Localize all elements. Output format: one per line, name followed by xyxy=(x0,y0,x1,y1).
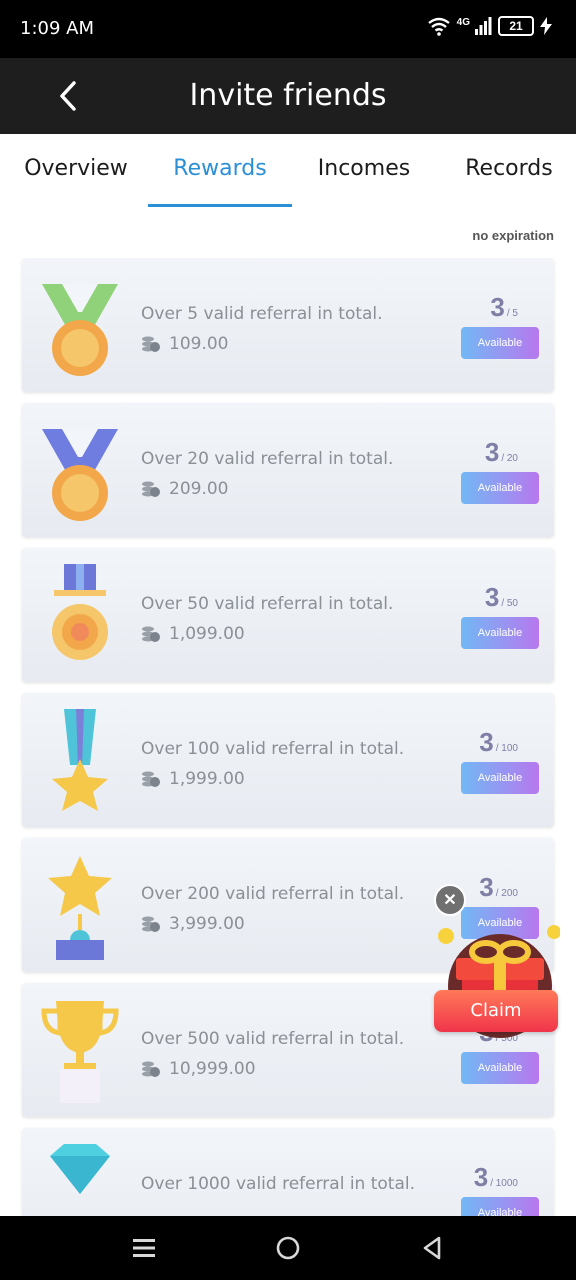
progress-total: / 20 xyxy=(501,453,518,464)
medal-green-icon xyxy=(42,284,118,376)
referral-progress: 3/ 5 xyxy=(490,292,518,323)
star-trophy-icon xyxy=(48,856,112,960)
reward-amount-row: 3,999.00 xyxy=(141,914,245,934)
available-button[interactable]: Available xyxy=(461,1052,539,1084)
tab-bar: Overview Rewards Incomes Records xyxy=(0,134,576,208)
diamond-icon xyxy=(50,1144,110,1194)
reward-amount: 3,999.00 xyxy=(169,914,245,934)
network-type: 4G xyxy=(456,16,470,28)
progress-total: / 1000 xyxy=(490,1178,518,1189)
status-bar: 1:09 AM 4G 21 xyxy=(0,0,576,58)
reward-title: Over 500 valid referral in total. xyxy=(141,1029,405,1049)
tab-rewards[interactable]: Rewards xyxy=(148,156,292,181)
close-icon[interactable]: ✕ xyxy=(434,884,466,916)
referral-progress: 3/ 100 xyxy=(479,727,518,758)
tab-incomes[interactable]: Incomes xyxy=(292,156,436,181)
coins-icon xyxy=(142,626,160,642)
home-circle-icon xyxy=(276,1236,300,1260)
recents-button[interactable] xyxy=(126,1230,162,1266)
coins-icon xyxy=(142,336,160,352)
coins-icon xyxy=(142,916,160,932)
triangle-back-icon xyxy=(423,1236,441,1260)
reward-amount: 209.00 xyxy=(169,479,229,499)
reward-title: Over 50 valid referral in total. xyxy=(141,594,394,614)
star-medal-icon xyxy=(52,709,108,811)
available-button[interactable]: Available xyxy=(461,327,539,359)
reward-amount-row: 209.00 xyxy=(141,479,228,499)
reward-amount: 1,099.00 xyxy=(169,624,245,644)
medal-ribbon-icon xyxy=(52,564,108,660)
reward-amount-row: 1,099.00 xyxy=(141,624,245,644)
available-button[interactable]: Available xyxy=(461,762,539,794)
progress-total: / 50 xyxy=(501,598,518,609)
home-button[interactable] xyxy=(270,1230,306,1266)
reward-title: Over 100 valid referral in total. xyxy=(141,739,405,759)
progress-total: / 100 xyxy=(495,743,518,754)
trophy-cup-icon xyxy=(41,1001,119,1103)
progress-current: 3 xyxy=(484,582,500,612)
wifi-icon xyxy=(427,17,450,36)
charging-icon xyxy=(540,17,552,35)
progress-current: 3 xyxy=(490,292,505,322)
active-tab-indicator xyxy=(148,204,292,207)
progress-total: / 5 xyxy=(506,308,518,319)
referral-progress: 3/ 1000 xyxy=(474,1162,518,1193)
reward-amount-row: 10,999.00 xyxy=(141,1059,256,1079)
reward-title: Over 1000 valid referral in total. xyxy=(141,1174,416,1194)
status-time: 1:09 AM xyxy=(20,18,94,39)
menu-icon xyxy=(133,1239,155,1257)
available-button[interactable]: Available xyxy=(461,472,539,504)
system-nav-bar xyxy=(0,1216,576,1280)
battery-icon: 21 xyxy=(498,16,534,36)
reward-card: Over 1000 valid referral in total. 3/ 10… xyxy=(22,1128,554,1216)
reward-card: Over 100 valid referral in total. 1,999.… xyxy=(22,693,554,827)
reward-card: Over 20 valid referral in total. 209.00 … xyxy=(22,403,554,537)
progress-current: 3 xyxy=(473,1162,489,1192)
available-button[interactable]: Available xyxy=(461,1197,539,1216)
reward-amount-row: 109.00 xyxy=(141,334,228,354)
status-icons: 4G 21 xyxy=(427,16,552,36)
reward-amount: 1,999.00 xyxy=(169,769,245,789)
coins-icon xyxy=(142,1061,160,1077)
reward-title: Over 5 valid referral in total. xyxy=(141,304,383,324)
floating-claim-widget: ✕ Claim xyxy=(430,878,562,1040)
signal-icon xyxy=(475,17,492,35)
progress-current: 3 xyxy=(479,727,494,757)
reward-amount-row: 1,999.00 xyxy=(141,769,245,789)
app-bar: Invite friends xyxy=(0,58,576,134)
referral-progress: 3/ 20 xyxy=(485,437,518,468)
coins-icon xyxy=(142,771,160,787)
reward-amount: 10,999.00 xyxy=(169,1059,256,1079)
reward-title: Over 200 valid referral in total. xyxy=(141,884,405,904)
tab-overview[interactable]: Overview xyxy=(4,156,148,181)
available-button[interactable]: Available xyxy=(461,617,539,649)
coins-icon xyxy=(142,481,160,497)
medal-blue-icon xyxy=(42,429,118,521)
reward-card: Over 5 valid referral in total. 109.00 3… xyxy=(22,258,554,392)
claim-button[interactable]: Claim xyxy=(434,990,558,1032)
expiry-note: no expiration xyxy=(472,228,554,243)
page-title: Invite friends xyxy=(189,78,387,113)
tab-records[interactable]: Records xyxy=(437,156,576,181)
progress-current: 3 xyxy=(484,437,500,467)
reward-card: Over 50 valid referral in total. 1,099.0… xyxy=(22,548,554,682)
reward-amount: 109.00 xyxy=(169,334,229,354)
system-back-button[interactable] xyxy=(414,1230,450,1266)
reward-list: Over 5 valid referral in total. 109.00 3… xyxy=(0,258,576,1216)
referral-progress: 3/ 50 xyxy=(485,582,518,613)
reward-title: Over 20 valid referral in total. xyxy=(141,449,394,469)
